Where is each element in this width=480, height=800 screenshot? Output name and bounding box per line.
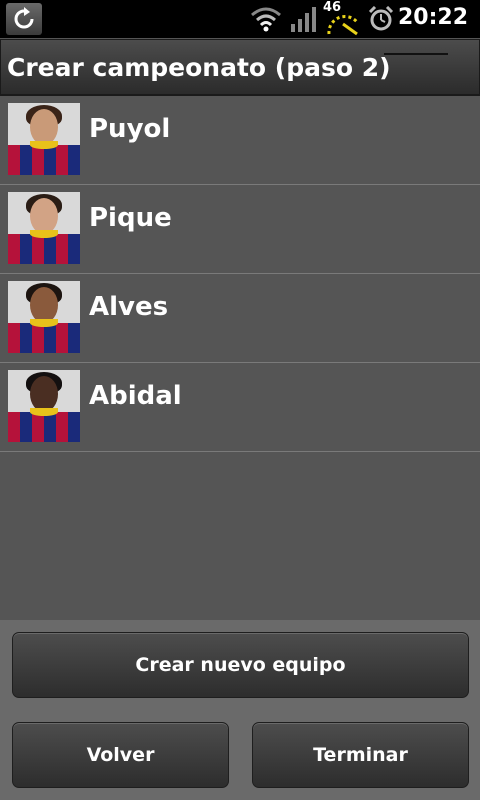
- player-name: Abidal: [89, 381, 182, 411]
- player-list: Puyol Pique Alves Abidal: [0, 96, 480, 452]
- player-list-item[interactable]: Pique: [0, 185, 480, 274]
- player-name: Puyol: [89, 114, 171, 144]
- create-new-team-button[interactable]: Crear nuevo equipo: [12, 632, 469, 698]
- page-title: Crear campeonato (paso 2): [7, 53, 391, 82]
- player-avatar: [8, 192, 80, 264]
- signal-icon: [291, 7, 316, 32]
- wifi-icon: [251, 7, 281, 32]
- title-divider: [384, 53, 448, 55]
- back-button[interactable]: Volver: [12, 722, 229, 788]
- player-avatar: [8, 103, 80, 175]
- title-bar: Crear campeonato (paso 2): [0, 39, 480, 96]
- status-bar: 46 20:22: [0, 0, 480, 38]
- speedometer-icon: [327, 15, 359, 36]
- player-name: Pique: [89, 203, 172, 233]
- alarm-icon: [368, 6, 394, 31]
- player-list-item[interactable]: Puyol: [0, 96, 480, 185]
- button-panel: Crear nuevo equipo Volver Terminar: [0, 620, 480, 800]
- sync-icon[interactable]: [6, 3, 42, 35]
- player-name: Alves: [89, 292, 169, 322]
- player-list-item[interactable]: Alves: [0, 274, 480, 363]
- player-avatar: [8, 370, 80, 442]
- finish-button[interactable]: Terminar: [252, 722, 469, 788]
- status-clock: 20:22: [397, 5, 468, 30]
- player-list-item[interactable]: Abidal: [0, 363, 480, 452]
- player-avatar: [8, 281, 80, 353]
